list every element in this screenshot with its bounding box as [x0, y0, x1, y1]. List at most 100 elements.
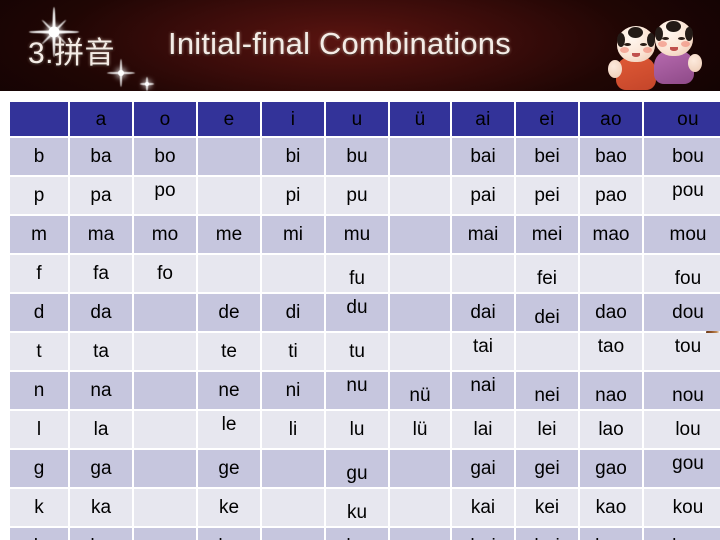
cell-m-ei: mei — [516, 216, 578, 253]
cell-n-v: nü — [390, 372, 450, 409]
cell-l-o — [134, 411, 196, 448]
cell-d-a: da — [70, 294, 132, 331]
cell-p-e — [198, 177, 260, 214]
cell-k-ao: kao — [580, 489, 642, 526]
cell-l-ou: lou — [644, 411, 720, 448]
cell-k-a: ka — [70, 489, 132, 526]
cell-text: fou — [674, 268, 702, 289]
table-row: f fa fo fu fei fou — [10, 255, 720, 292]
cell-l-ei: lei — [516, 411, 578, 448]
cell-m-ou: mou — [644, 216, 720, 253]
cell-n-ou: nou — [644, 372, 720, 409]
cell-n-o — [134, 372, 196, 409]
cell-b-a: ba — [70, 138, 132, 175]
row-initial-f: f — [10, 255, 68, 292]
table-row: t ta te ti tu tai tao tou — [10, 333, 720, 370]
cell-n-ai: nai — [452, 372, 514, 409]
cell-k-u: ku — [326, 489, 388, 526]
cell-f-a: fa — [70, 255, 132, 292]
cell-d-ai: dai — [452, 294, 514, 331]
cell-h-v — [390, 528, 450, 540]
row-initial-m: m — [10, 216, 68, 253]
chinese-dolls-image — [608, 16, 714, 94]
cell-p-ou: pou — [644, 177, 720, 214]
cell-l-v: lü — [390, 411, 450, 448]
cell-text: dei — [534, 307, 560, 328]
cell-text: po — [154, 180, 176, 201]
header-final-ai: ai — [452, 102, 514, 136]
cell-text: nai — [470, 375, 496, 396]
header-final-ou: ou — [644, 102, 720, 136]
row-initial-t: t — [10, 333, 68, 370]
cell-m-e: me — [198, 216, 260, 253]
cell-text: fu — [349, 268, 365, 289]
cell-f-ei: fei — [516, 255, 578, 292]
cell-d-ou: dou — [644, 294, 720, 331]
cell-p-i: pi — [262, 177, 324, 214]
cell-b-u: bu — [326, 138, 388, 175]
table-row: b ba bo bi bu bai bei bao bou — [10, 138, 720, 175]
cell-p-ei: pei — [516, 177, 578, 214]
cell-text: nu — [346, 375, 368, 396]
cell-l-a: la — [70, 411, 132, 448]
cell-h-ao: hao — [580, 528, 642, 540]
cell-l-e: le — [198, 411, 260, 448]
cell-g-o — [134, 450, 196, 487]
cell-text: ku — [346, 502, 368, 523]
cell-h-a: ha — [70, 528, 132, 540]
row-initial-d: d — [10, 294, 68, 331]
cell-g-ao: gao — [580, 450, 642, 487]
cell-p-a: pa — [70, 177, 132, 214]
cell-k-v — [390, 489, 450, 526]
chapter-label: 3.拼音 — [28, 37, 116, 70]
initial-final-combination-table: a o e i u ü ai ei ao ou b ba bo bi bu ba… — [8, 100, 720, 540]
header-final-ao: ao — [580, 102, 642, 136]
cell-h-e: he — [198, 528, 260, 540]
cell-f-i — [262, 255, 324, 292]
table-body: b ba bo bi bu bai bei bao bou p pa po pi… — [10, 138, 720, 540]
cell-h-ou: hou — [644, 528, 720, 540]
cell-t-a: ta — [70, 333, 132, 370]
cell-text: nei — [534, 385, 560, 406]
cell-p-ai: pai — [452, 177, 514, 214]
cell-n-ao: nao — [580, 372, 642, 409]
cell-l-ai: lai — [452, 411, 514, 448]
cell-k-i — [262, 489, 324, 526]
cell-m-o: mo — [134, 216, 196, 253]
cell-l-i: li — [262, 411, 324, 448]
cell-n-a: na — [70, 372, 132, 409]
table-row: l la le li lu lü lai lei lao lou — [10, 411, 720, 448]
cell-d-e: de — [198, 294, 260, 331]
cell-t-ao: tao — [580, 333, 642, 370]
cell-text: nao — [595, 385, 627, 406]
header-final-e: e — [198, 102, 260, 136]
cell-k-e: ke — [198, 489, 260, 526]
cell-text: gu — [346, 463, 368, 484]
cell-f-ao — [580, 255, 642, 292]
cell-g-a: ga — [70, 450, 132, 487]
cell-t-e: te — [198, 333, 260, 370]
row-initial-p: p — [10, 177, 68, 214]
cell-t-o — [134, 333, 196, 370]
cell-n-i: ni — [262, 372, 324, 409]
table-row: p pa po pi pu pai pei pao pou — [10, 177, 720, 214]
cell-g-v — [390, 450, 450, 487]
row-initial-l: l — [10, 411, 68, 448]
cell-m-ao: mao — [580, 216, 642, 253]
cell-f-ai — [452, 255, 514, 292]
cell-g-ei: gei — [516, 450, 578, 487]
cell-b-o: bo — [134, 138, 196, 175]
cell-text: nü — [409, 385, 431, 406]
cell-b-ou: bou — [644, 138, 720, 175]
cell-b-e — [198, 138, 260, 175]
cell-text: tai — [472, 336, 494, 357]
cell-d-i: di — [262, 294, 324, 331]
cell-t-u: tu — [326, 333, 388, 370]
cell-h-i — [262, 528, 324, 540]
row-initial-b: b — [10, 138, 68, 175]
cell-l-ao: lao — [580, 411, 642, 448]
header-final-a: a — [70, 102, 132, 136]
cell-d-v — [390, 294, 450, 331]
cell-g-ou: gou — [644, 450, 720, 487]
cell-p-u: pu — [326, 177, 388, 214]
